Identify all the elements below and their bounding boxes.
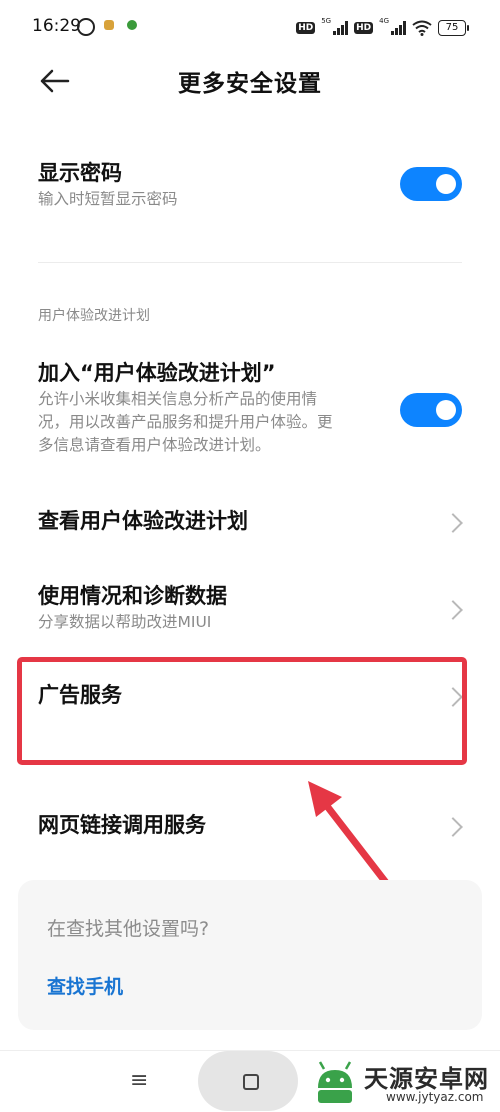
divider [38,262,462,263]
status-bar: 16:29 HD 5G HD 4G 75 [0,0,500,56]
home-icon [243,1074,259,1090]
join-plan-description: 允许小米收集相关信息分析产品的使用情 况，用以改善产品服务和提升用户体验。更 多… [38,388,388,457]
usage-data-subtitle: 分享数据以帮助改进MIUI [38,613,212,631]
menu-icon[interactable]: ≡ [130,1068,148,1093]
toggle-knob [436,400,456,420]
join-plan-subtitle-line: 允许小米收集相关信息分析产品的使用情 [38,390,318,408]
show-password-row[interactable]: 显示密码 输入时短暂显示密码 [38,158,468,218]
page-title: 更多安全设置 [178,71,322,97]
signal-icon [333,21,349,35]
show-password-toggle[interactable] [400,167,462,201]
android-logo-icon [318,1061,352,1103]
toggle-knob [436,174,456,194]
usage-data-row[interactable]: 使用情况和诊断数据 分享数据以帮助改进MIUI [38,581,468,637]
status-time: 16:29 [32,16,81,36]
alarm-icon [77,18,95,36]
search-card-question: 在查找其他设置吗? [47,918,210,940]
join-plan-subtitle-line: 多信息请查看用户体验改进计划。 [38,436,271,454]
wifi-icon [412,20,432,36]
watermark-url: www.jytyaz.com [386,1090,484,1104]
hd-icon: HD [354,22,374,34]
watermark: 天源安卓网 www.jytyaz.com [310,1058,500,1108]
view-plan-row[interactable]: 查看用户体验改进计划 [38,506,468,542]
search-card: 在查找其他设置吗? 查找手机 [18,880,482,1030]
top-bar: 更多安全设置 [0,56,500,106]
network-type-4g: 4G [379,17,389,25]
annotation-highlight-box [17,657,467,765]
join-plan-toggle[interactable] [400,393,462,427]
network-type-5g: 5G [321,17,332,25]
view-plan-title: 查看用户体验改进计划 [38,509,248,533]
hd-icon: HD [296,22,316,34]
usage-data-title: 使用情况和诊断数据 [38,584,227,608]
watermark-name: 天源安卓网 [364,1065,489,1093]
status-icons: HD 5G HD 4G 75 [296,17,469,39]
notification-app-icon [127,20,137,30]
notification-app-icon [104,20,114,30]
find-phone-link[interactable]: 查找手机 [47,972,123,999]
signal-icon [391,21,406,35]
battery-icon: 75 [438,20,469,36]
join-plan-title: 加入“用户体验改进计划” [38,361,276,385]
join-plan-subtitle-line: 况，用以改善产品服务和提升用户体验。更 [38,413,333,431]
section-label: 用户体验改进计划 [38,308,150,324]
join-plan-row[interactable]: 加入“用户体验改进计划” 允许小米收集相关信息分析产品的使用情 况，用以改善产品… [38,358,468,468]
